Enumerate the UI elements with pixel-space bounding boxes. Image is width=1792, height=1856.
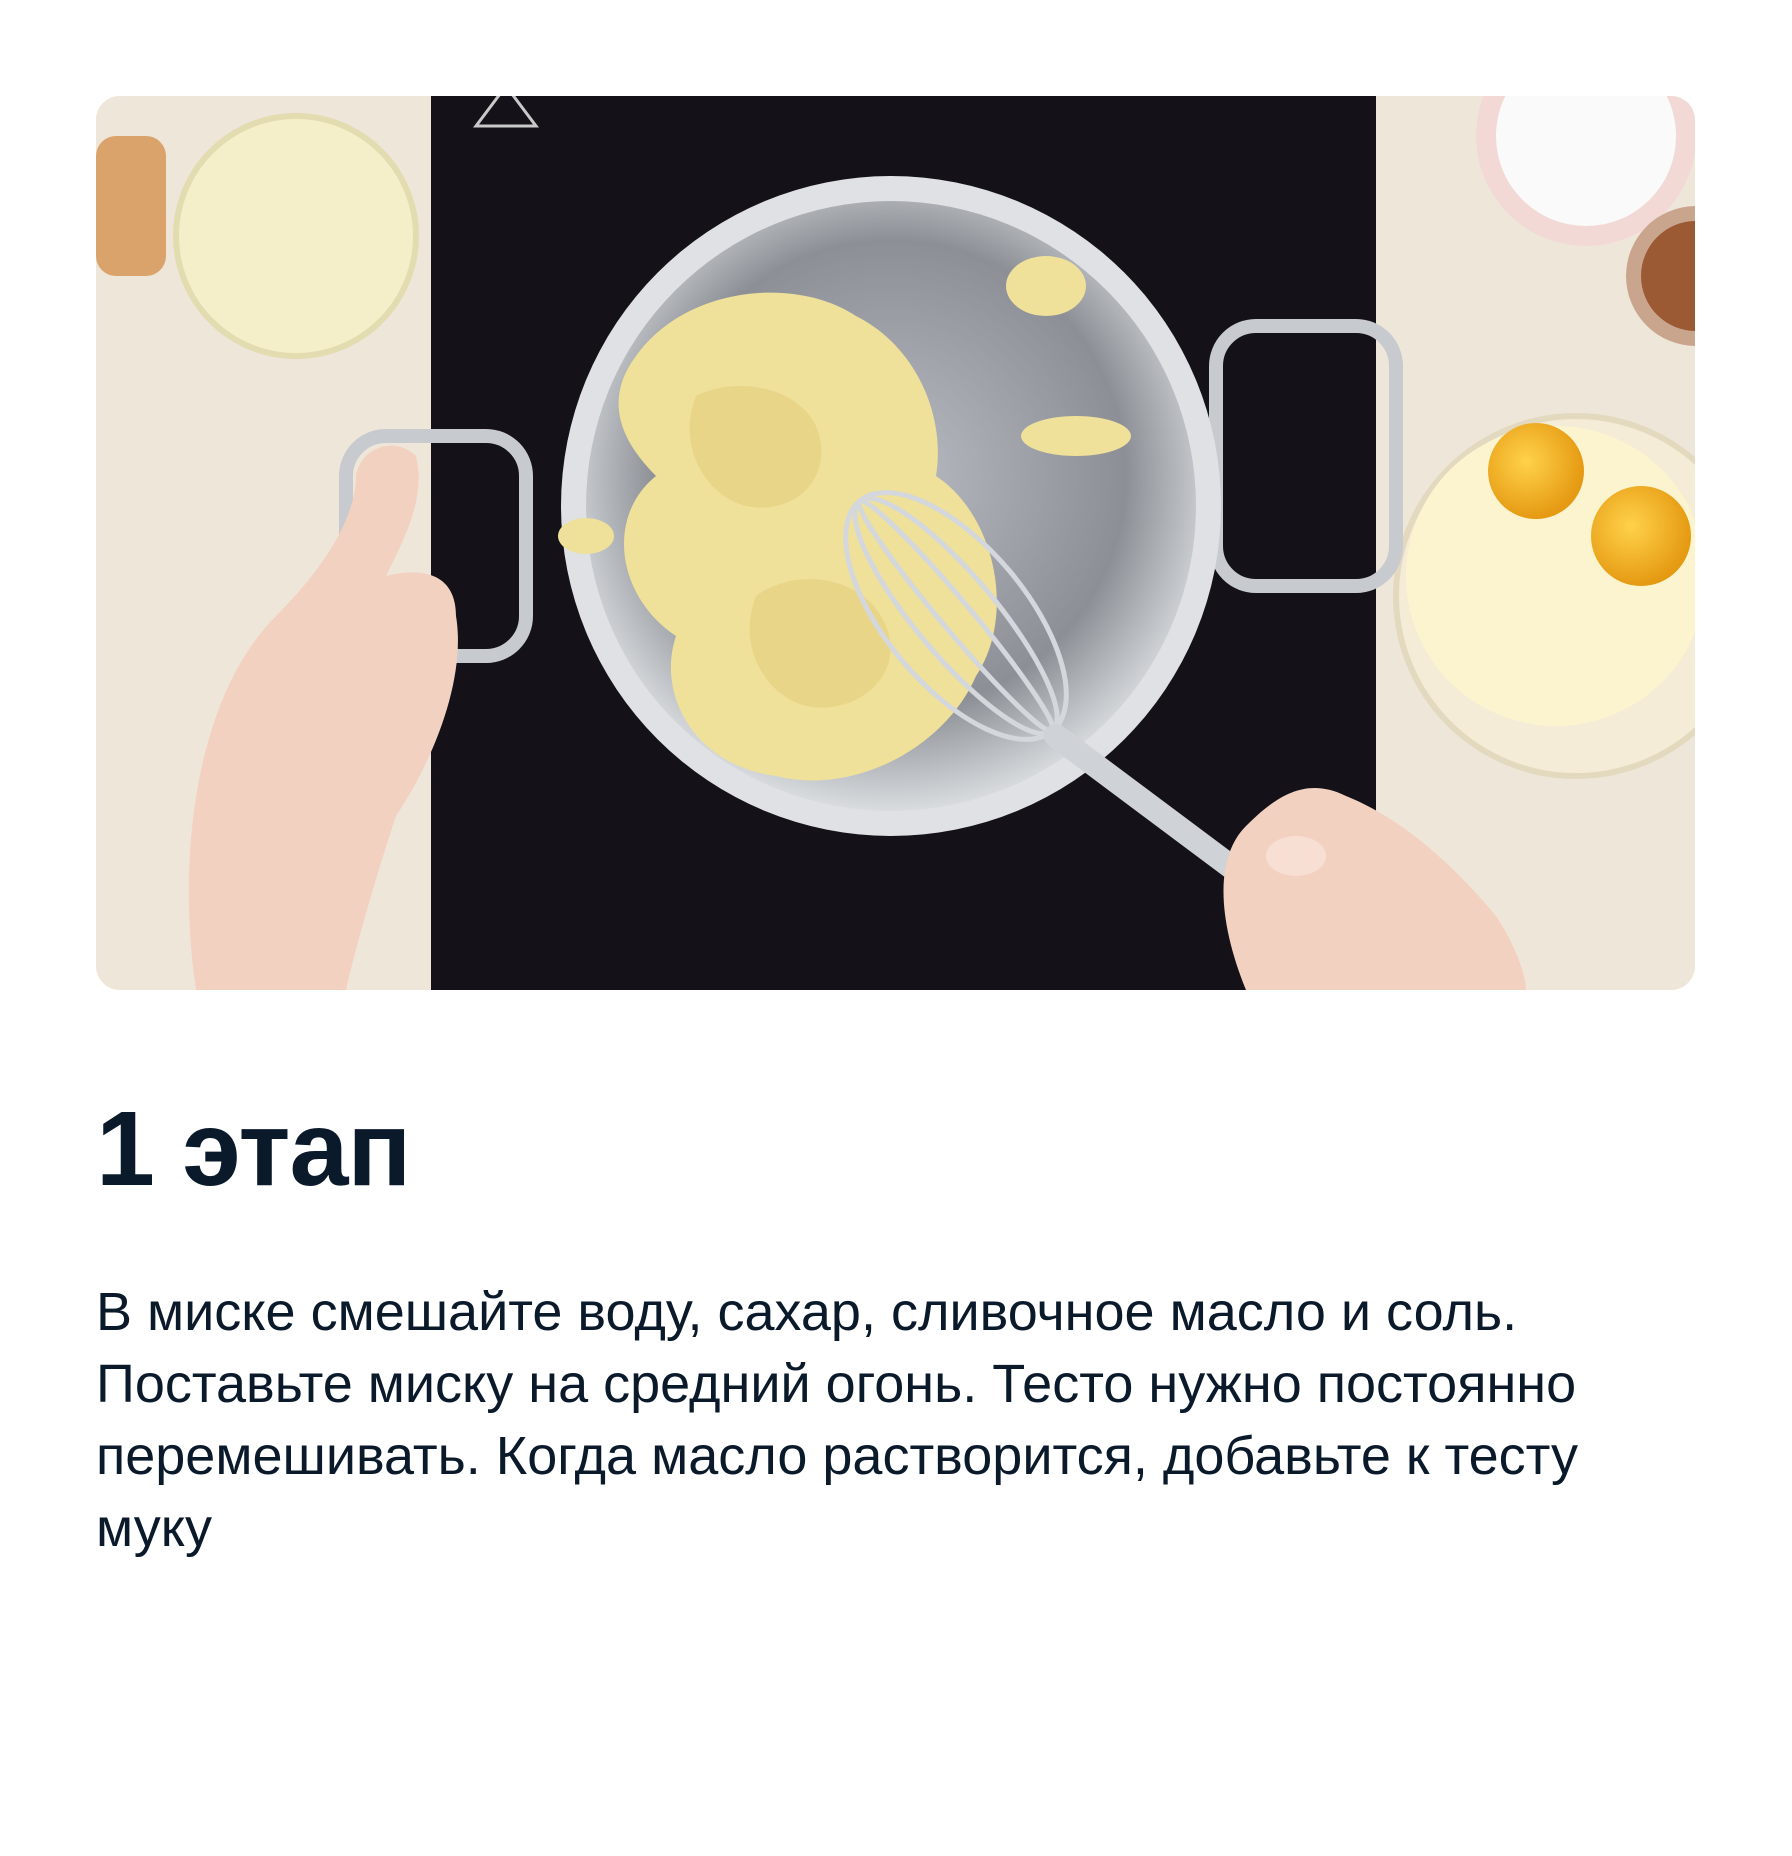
cooking-photo xyxy=(96,96,1695,990)
step-description: В миске смешайте воду, сахар, сливочное … xyxy=(96,1282,1579,1558)
cooking-photo-icon xyxy=(96,96,1695,990)
step-title: 1 этап xyxy=(96,1090,411,1208)
